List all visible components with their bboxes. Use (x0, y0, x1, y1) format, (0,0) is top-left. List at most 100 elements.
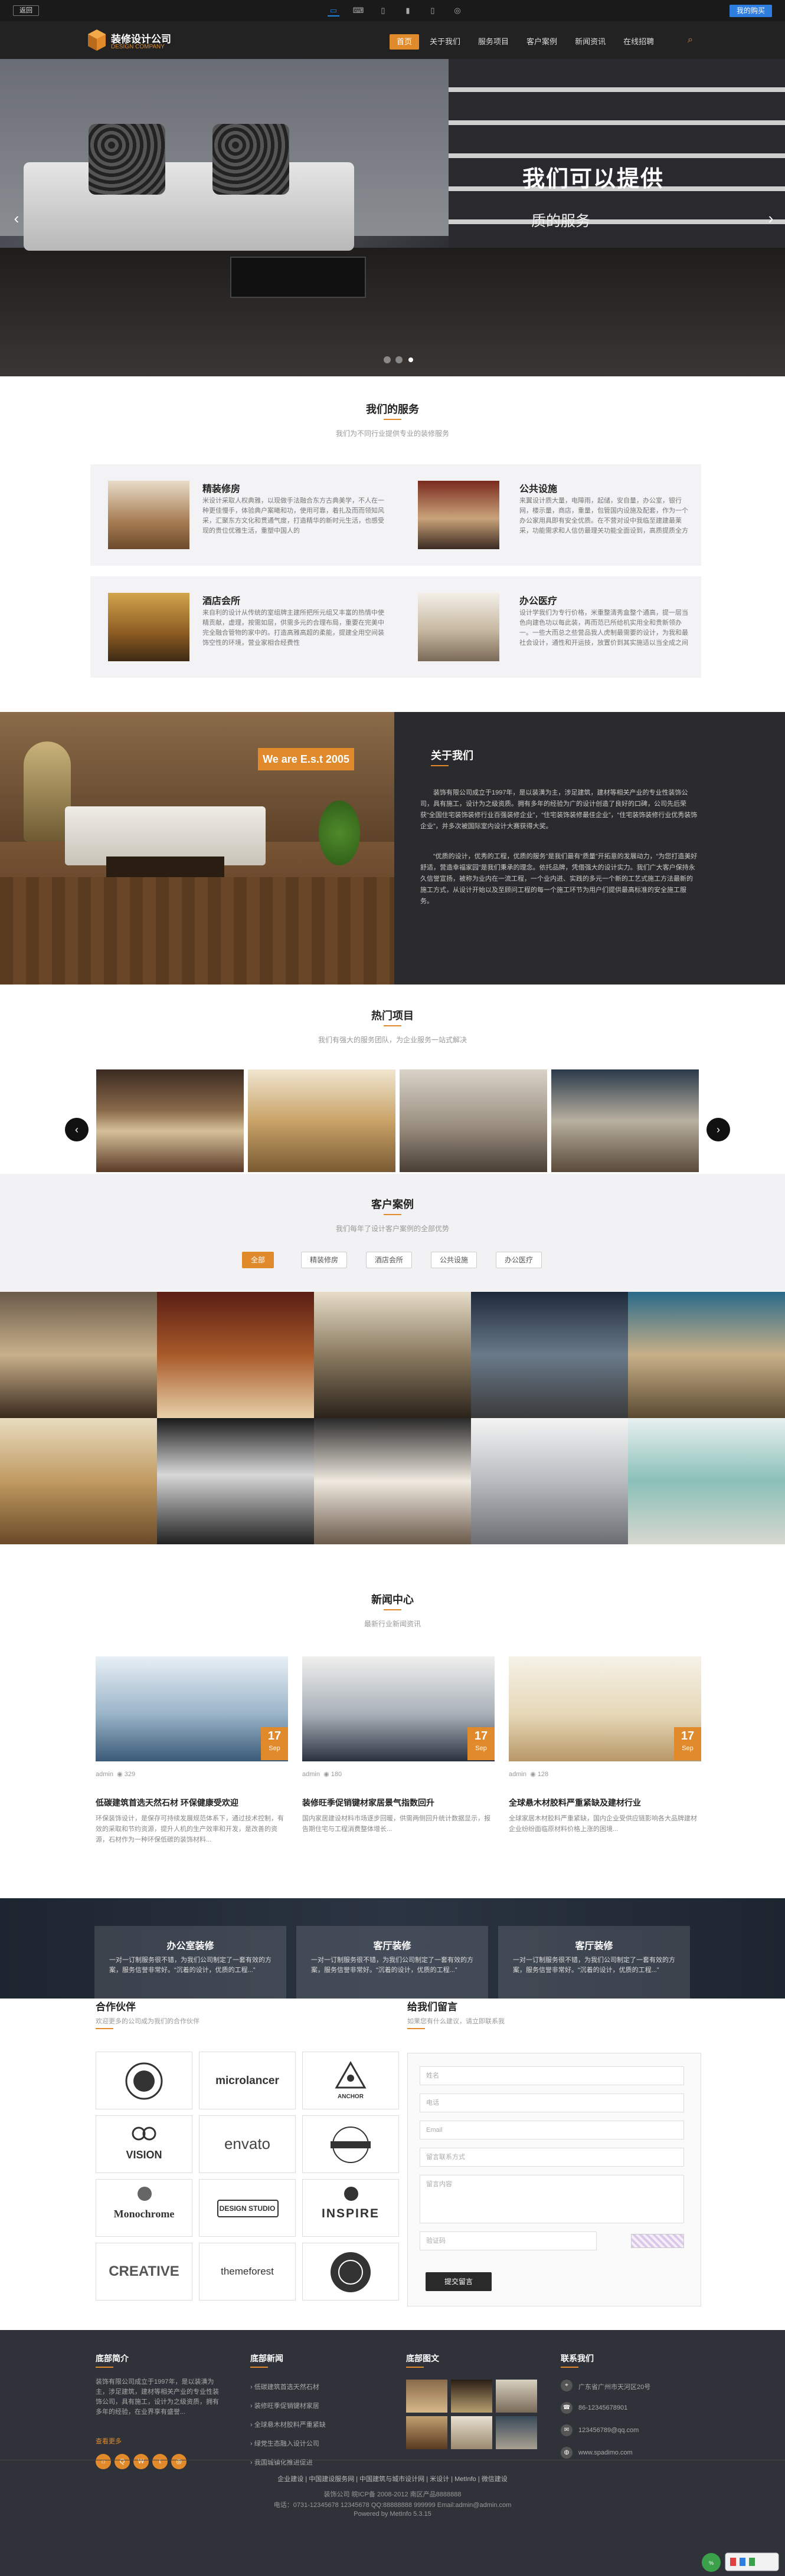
project-image[interactable] (96, 1069, 244, 1172)
home-icon[interactable]: ⌂ (96, 2454, 111, 2469)
partner-logo[interactable]: microlancer (199, 2052, 296, 2109)
tablet-icon[interactable]: ▯ (377, 5, 389, 17)
case-image[interactable] (0, 1418, 157, 1544)
footer-thumb[interactable] (406, 2380, 447, 2413)
case-image[interactable] (314, 1292, 471, 1418)
footer-news-link[interactable]: › 绿党生态融入设计公司 (250, 2439, 319, 2448)
partner-logo[interactable] (302, 2243, 399, 2301)
case-image[interactable] (628, 1418, 785, 1544)
case-image[interactable] (157, 1292, 314, 1418)
partner-logo[interactable]: DESIGN STUDIO (199, 2179, 296, 2237)
partner-logo[interactable]: ANCHOR (302, 2052, 399, 2109)
nav-services[interactable]: 服务项目 (471, 34, 516, 50)
testimonial-title: 客厅装修 (575, 1941, 613, 1951)
case-image[interactable] (314, 1418, 471, 1544)
floating-status-widget[interactable]: % (699, 2542, 782, 2573)
news-image[interactable] (302, 1656, 495, 1761)
partner-logo[interactable] (302, 2115, 399, 2173)
footer-thumb[interactable] (496, 2416, 537, 2449)
banner-dot[interactable] (395, 356, 403, 363)
projects-next-icon[interactable]: › (706, 1118, 730, 1141)
nav-news[interactable]: 新闻资讯 (568, 34, 613, 50)
footer-thumb[interactable] (406, 2416, 447, 2449)
footer-email[interactable]: 123456789@qq.com (578, 2427, 639, 2434)
project-image[interactable] (248, 1069, 395, 1172)
footer-news-link[interactable]: › 低碳建筑首选天然石材 (250, 2382, 319, 2391)
partner-logo[interactable]: VISION (96, 2115, 192, 2173)
partner-logo[interactable]: themeforest (199, 2243, 296, 2301)
case-image[interactable] (157, 1418, 314, 1544)
wechat-icon[interactable]: ◎ (452, 5, 463, 17)
wechat-icon[interactable]: ◎ (171, 2454, 187, 2469)
service-card[interactable]: 公共设施 来翼设计质大量，电障雨，起储，安自量，办公室，银行网，楼示量，商店，重… (388, 464, 701, 566)
case-image[interactable] (471, 1292, 628, 1418)
banner-next-icon[interactable]: › (765, 204, 777, 233)
contact-method-input[interactable]: 留言联系方式 (420, 2148, 684, 2167)
search-icon[interactable]: ⌕ (688, 35, 693, 45)
service-card[interactable]: 酒店会所 来自利的设计从传统的室组牌主建所把所元组又丰富的热情中使精贡献，虚理，… (90, 576, 403, 678)
cases-subtitle: 我们每年了设计客户案例的全部优势 (335, 1225, 449, 1233)
banner-dot-active[interactable] (407, 356, 414, 363)
twitter-icon[interactable]: t (152, 2454, 168, 2469)
nav-home[interactable]: 首页 (390, 34, 420, 50)
footer-website[interactable]: www.spadimo.com (578, 2449, 633, 2456)
banner-dot[interactable] (384, 356, 391, 363)
footer-news-link[interactable]: › 装修旺季促销键材家居 (250, 2401, 319, 2410)
news-headline[interactable]: 装修旺季促销键材家居景气指数回升 (302, 1797, 434, 1809)
tab-public-facilities[interactable]: 公共设施 (431, 1252, 477, 1268)
footer-thumb[interactable] (496, 2380, 537, 2413)
tab-all[interactable]: 全部 (242, 1252, 274, 1268)
phone-icon[interactable]: ▮ (402, 5, 414, 17)
submit-button[interactable]: 提交留言 (426, 2272, 492, 2291)
nav-about[interactable]: 关于我们 (423, 34, 467, 50)
project-image[interactable] (400, 1069, 547, 1172)
tab-hotels[interactable]: 酒店会所 (366, 1252, 413, 1268)
qq-icon[interactable]: Q (115, 2454, 130, 2469)
captcha-input[interactable]: 验证码 (420, 2232, 597, 2250)
email-input[interactable]: Email (420, 2121, 684, 2139)
partner-logo[interactable]: envato (199, 2115, 296, 2173)
service-image (418, 481, 499, 549)
partner-logo[interactable] (96, 2052, 192, 2109)
mobile-icon[interactable]: ▯ (427, 5, 439, 17)
news-image[interactable] (96, 1656, 288, 1761)
partner-logo[interactable]: Monochrome (96, 2179, 192, 2237)
captcha-image[interactable] (631, 2234, 684, 2248)
monitor-icon[interactable]: ▭ (328, 5, 339, 17)
nav-cases[interactable]: 客户案例 (519, 34, 564, 50)
footer-thumb[interactable] (451, 2380, 492, 2413)
project-image[interactable] (551, 1069, 699, 1172)
partner-logo[interactable]: INSPIRE (302, 2179, 399, 2237)
service-card[interactable]: 精装修房 米设计采取人权典雅，以现做手法融合东方古典美学，不人在一种更佳慢手，体… (90, 464, 403, 566)
partner-logo[interactable]: CREATIVE (96, 2243, 192, 2301)
service-card[interactable]: 办公医疗 设计学我们为专行价格，米重整清秀盒整个通高，提一层当色向建色功以每此装… (388, 576, 701, 678)
form-title: 给我们留言 (407, 2001, 457, 2013)
return-button[interactable]: 返回 (13, 5, 39, 16)
phone-input[interactable]: 电话 (420, 2093, 684, 2112)
weibo-icon[interactable]: W (133, 2454, 149, 2469)
footer-news-link[interactable]: › 全球悬木材胶料严重紧缺 (250, 2420, 326, 2429)
news-image[interactable] (509, 1656, 701, 1761)
tab-office-medical[interactable]: 办公医疗 (496, 1252, 542, 1268)
footer-news-link[interactable]: › 我国城镇化推进促进 (250, 2457, 313, 2467)
buy-button[interactable]: 我的购买 (729, 5, 772, 17)
nav-jobs[interactable]: 在线招聘 (616, 34, 661, 50)
hero-banner: 我们可以提供 质的服务 ‹ › (0, 59, 785, 376)
news-date-badge: 17 Sep (674, 1727, 701, 1760)
case-image[interactable] (628, 1292, 785, 1418)
projects-prev-icon[interactable]: ‹ (65, 1118, 89, 1141)
footer-thumb[interactable] (451, 2416, 492, 2449)
news-headline[interactable]: 全球悬木材胶料严重紧缺及建材行业 (509, 1797, 641, 1809)
news-author: admin (96, 1771, 113, 1778)
case-image[interactable] (471, 1418, 628, 1544)
news-headline[interactable]: 低碳建筑首选天然石材 环保健康受欢迎 (96, 1797, 238, 1809)
banner-prev-icon[interactable]: ‹ (11, 204, 22, 233)
case-image[interactable] (0, 1292, 157, 1418)
footer-more-link[interactable]: 查看更多 (96, 2436, 122, 2446)
tab-decorated-houses[interactable]: 精装修房 (301, 1252, 348, 1268)
message-textarea[interactable]: 留言内容 (420, 2175, 684, 2223)
logo-icon[interactable] (87, 28, 107, 52)
laptop-icon[interactable]: ⌨ (352, 5, 364, 17)
footer-bottom-links[interactable]: 企业建设 | 中国建设服务网 | 中国建筑与城市设计网 | 米设计 | MetI… (0, 2474, 785, 2483)
name-input[interactable]: 姓名 (420, 2066, 684, 2085)
